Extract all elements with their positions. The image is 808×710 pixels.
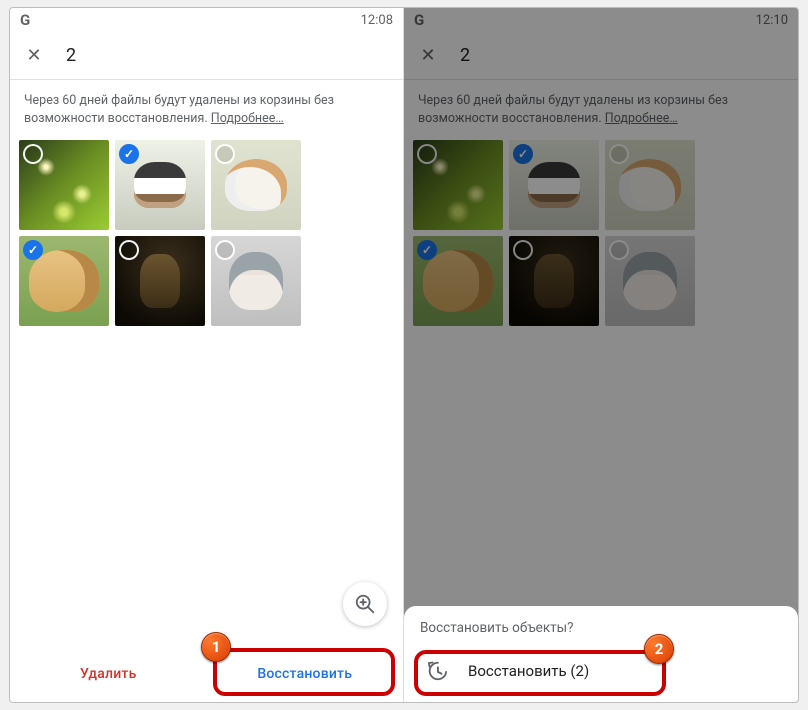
sheet-title: Восстановить объекты? bbox=[420, 620, 782, 636]
bottom-action-bar: Удалить Восстановить bbox=[10, 644, 403, 702]
google-g-logo: G bbox=[20, 11, 29, 29]
phone-right: G 12:10 ✕ 2 Через 60 дней файлы будут уд… bbox=[404, 8, 798, 702]
photo-grid: ✓ ✓ bbox=[10, 137, 403, 329]
photo-golden-retriever[interactable]: ✓ bbox=[19, 236, 109, 326]
zoom-fab[interactable] bbox=[343, 582, 387, 626]
modal-scrim[interactable] bbox=[404, 8, 798, 702]
restore-history-icon bbox=[426, 660, 448, 682]
restore-button[interactable]: Восстановить bbox=[207, 645, 404, 702]
status-time: 12:08 bbox=[361, 13, 393, 28]
restore-confirm-label: Восстановить (2) bbox=[468, 662, 589, 680]
restore-confirm-button[interactable]: Восстановить (2) bbox=[420, 650, 782, 692]
close-icon[interactable]: ✕ bbox=[22, 44, 46, 68]
selection-count: 2 bbox=[66, 45, 76, 66]
photo-bokeh[interactable] bbox=[19, 140, 109, 230]
checkbox-checked-icon[interactable]: ✓ bbox=[23, 240, 43, 260]
photo-dog-hat[interactable] bbox=[211, 236, 301, 326]
photo-puppies[interactable]: ✓ bbox=[115, 140, 205, 230]
notice-text: Через 60 дней файлы будут удалены из кор… bbox=[24, 93, 334, 126]
magnify-plus-icon bbox=[354, 593, 376, 615]
phone-left: G 12:08 ✕ 2 Через 60 дней файлы будут уд… bbox=[10, 8, 404, 702]
app-bar: ✕ 2 bbox=[10, 32, 403, 80]
photo-monkey[interactable] bbox=[115, 236, 205, 326]
checkbox-icon[interactable] bbox=[119, 240, 139, 260]
delete-button[interactable]: Удалить bbox=[10, 645, 207, 702]
side-by-side-container: G 12:08 ✕ 2 Через 60 дней файлы будут уд… bbox=[9, 7, 799, 703]
checkbox-icon[interactable] bbox=[23, 144, 43, 164]
checkbox-icon[interactable] bbox=[215, 240, 235, 260]
trash-notice: Через 60 дней файлы будут удалены из кор… bbox=[10, 80, 403, 137]
restore-bottom-sheet: Восстановить объекты? Восстановить (2) bbox=[404, 606, 798, 702]
status-bar: G 12:08 bbox=[10, 8, 403, 32]
checkbox-checked-icon[interactable]: ✓ bbox=[119, 144, 139, 164]
photo-guinea-pig[interactable] bbox=[211, 140, 301, 230]
learn-more-link[interactable]: Подробнее… bbox=[211, 111, 284, 126]
checkbox-icon[interactable] bbox=[215, 144, 235, 164]
